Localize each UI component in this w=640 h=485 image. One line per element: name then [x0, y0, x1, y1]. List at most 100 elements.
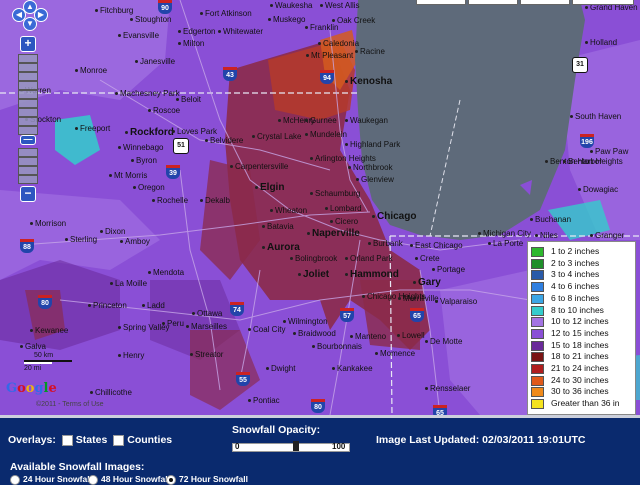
city-label: Paw Paw [590, 148, 628, 156]
city-name: Roscoe [153, 106, 181, 115]
city-name: Oak Creek [337, 16, 376, 25]
legend-label: Greater than 36 in [551, 398, 620, 409]
city-dot-icon [330, 220, 333, 224]
interstate-shield-icon: 94 [320, 70, 334, 84]
zoom-level-tick[interactable] [18, 175, 38, 184]
city-label: Milton [178, 40, 204, 48]
zoom-level-tick[interactable] [18, 72, 38, 81]
city-label: Whitewater [218, 28, 263, 36]
zoom-level-tick[interactable] [18, 81, 38, 90]
city-label: Ladd [142, 302, 165, 310]
map-type-button[interactable] [468, 0, 518, 5]
city-dot-icon [435, 300, 438, 304]
city-dot-icon [345, 257, 348, 261]
zoom-in-icon[interactable]: + [20, 36, 36, 52]
city-dot-icon [413, 280, 416, 284]
snowfall-map[interactable]: Fitchburg Stoughton Fort Atkinson Waukesha W… [0, 0, 640, 415]
city-dot-icon [148, 271, 151, 275]
city-label: Mt Morris [109, 172, 147, 180]
city-label: Gary [413, 278, 441, 288]
city-label: Highland Park [345, 141, 400, 149]
city-dot-icon [578, 188, 581, 192]
city-name: Naperville [312, 228, 360, 239]
map-type-button[interactable] [520, 0, 570, 5]
city-name: Gurnee [310, 116, 337, 125]
legend-swatch [531, 387, 544, 398]
control-panel: Overlays: States Counties Snowfall Opaci… [0, 415, 640, 485]
city-label: Portage [432, 266, 465, 274]
legend-label: 12 to 15 inches [551, 327, 609, 338]
opacity-slider-thumb[interactable] [293, 441, 299, 451]
city-dot-icon [230, 165, 233, 169]
google-logo[interactable]: Google [6, 381, 57, 396]
city-dot-icon [312, 345, 315, 349]
city-name: Spring Valley [123, 323, 170, 332]
city-name: Byron [136, 156, 157, 165]
city-name: Waukegan [350, 116, 388, 125]
city-name: Waukesha [275, 1, 313, 10]
snowfall-period-option[interactable]: 72 Hour Snowfall [166, 474, 248, 485]
city-label: Fitchburg [95, 7, 133, 15]
zoom-level-tick[interactable] [18, 148, 38, 157]
zoom-level-tick[interactable] [18, 157, 38, 166]
snowfall-period-option[interactable]: 24 Hour Snowfall [10, 474, 92, 485]
city-name: Kenosha [350, 76, 393, 87]
city-label: Caledonia [318, 40, 359, 48]
city-label: Bolingbrook [290, 255, 337, 263]
zoom-level-tick[interactable] [18, 63, 38, 72]
city-label: Chillicothe [90, 389, 132, 397]
zoom-level-tick[interactable] [18, 108, 38, 117]
city-label: Dixon [100, 228, 125, 236]
map-type-button[interactable] [572, 0, 634, 5]
city-name: Bourbonnais [317, 342, 362, 351]
city-dot-icon [88, 304, 91, 308]
city-label: Mt Pleasant [306, 52, 353, 60]
city-dot-icon [397, 334, 400, 338]
city-name: Valparaiso [440, 297, 478, 306]
city-dot-icon [345, 143, 348, 147]
zoom-level-tick[interactable] [18, 117, 38, 126]
city-name: Dixon [105, 227, 126, 236]
city-label: Dwight [266, 365, 295, 373]
city-name: Rensselaer [430, 384, 471, 393]
city-label: Lombard [325, 205, 362, 213]
city-dot-icon [192, 312, 195, 316]
interstate-shield-icon: 39 [166, 165, 180, 179]
city-name: La Moille [115, 279, 148, 288]
legend-swatch [531, 258, 544, 269]
counties-checkbox[interactable] [113, 434, 125, 446]
city-dot-icon [320, 4, 323, 8]
interstate-shield-icon: 90 [158, 0, 172, 14]
city-name: Elgin [260, 182, 285, 193]
states-checkbox[interactable] [61, 434, 73, 446]
map-copyright[interactable]: ©2011 - Terms of Use [36, 401, 104, 408]
legend-label: 2 to 3 inches [551, 257, 600, 268]
snowfall-period-option[interactable]: 48 Hour Snowfall [88, 474, 170, 485]
zoom-level-tick[interactable] [18, 99, 38, 108]
pan-control[interactable]: ▲ ◀ ▶ ▼ [12, 0, 48, 34]
city-name: Paw Paw [595, 147, 629, 156]
city-dot-icon [415, 257, 418, 261]
city-label: Edgerton [178, 28, 215, 36]
city-dot-icon [133, 186, 136, 190]
city-dot-icon [355, 50, 358, 54]
city-dot-icon [570, 115, 573, 119]
zoom-out-icon[interactable]: − [20, 186, 36, 202]
map-type-button[interactable] [416, 0, 466, 5]
city-dot-icon [310, 157, 313, 161]
opacity-slider[interactable]: 0 100 [232, 440, 350, 452]
city-name: Mt Pleasant [311, 51, 354, 60]
zoom-control[interactable]: + — − [16, 36, 38, 204]
pan-down-icon[interactable]: ▼ [23, 17, 37, 31]
zoom-slider-thumb[interactable]: — [20, 135, 36, 145]
city-label: Oak Creek [332, 17, 375, 25]
city-label: Valparaiso [435, 298, 477, 306]
city-label: Amboy [120, 238, 150, 246]
zoom-level-tick[interactable] [18, 54, 38, 63]
city-dot-icon [545, 160, 548, 164]
zoom-level-tick[interactable] [18, 90, 38, 99]
city-dot-icon [310, 192, 313, 196]
zoom-level-tick[interactable] [18, 166, 38, 175]
city-dot-icon [305, 119, 308, 123]
city-name: Mt Morris [114, 171, 148, 180]
